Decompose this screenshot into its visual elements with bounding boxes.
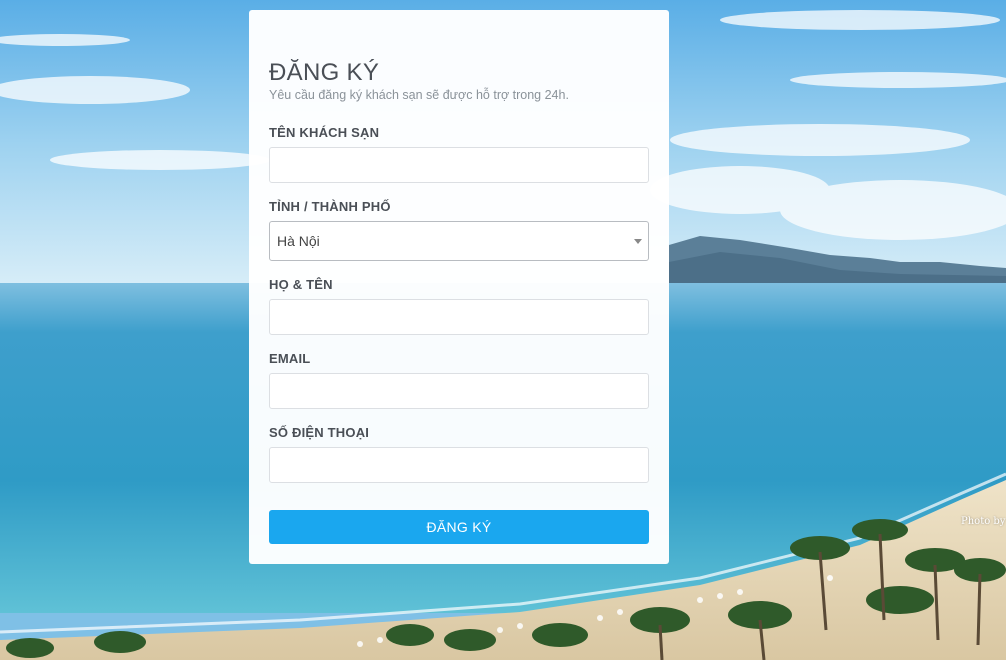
registration-card: ĐĂNG KÝ Yêu cầu đăng ký khách sạn sẽ đượ… [249, 10, 669, 564]
page-subtitle: Yêu cầu đăng ký khách sạn sẽ được hỗ trợ… [269, 88, 569, 102]
phone-input[interactable] [269, 447, 649, 483]
province-selected-value: Hà Nội [277, 233, 320, 249]
hotel-name-input[interactable] [269, 147, 649, 183]
submit-button[interactable]: ĐĂNG KÝ [269, 510, 649, 544]
province-label: TỈNH / THÀNH PHỐ [269, 199, 391, 214]
email-label: EMAIL [269, 351, 311, 366]
full-name-label: HỌ & TÊN [269, 277, 333, 292]
caret-down-icon [634, 239, 642, 244]
hotel-name-label: TÊN KHÁCH SẠN [269, 125, 380, 140]
phone-label: SỐ ĐIỆN THOẠI [269, 425, 370, 440]
full-name-input[interactable] [269, 299, 649, 335]
province-select[interactable]: Hà Nội [269, 221, 649, 261]
photo-credit: Photo by [961, 516, 1006, 527]
email-input[interactable] [269, 373, 649, 409]
page-title: ĐĂNG KÝ [269, 59, 380, 86]
